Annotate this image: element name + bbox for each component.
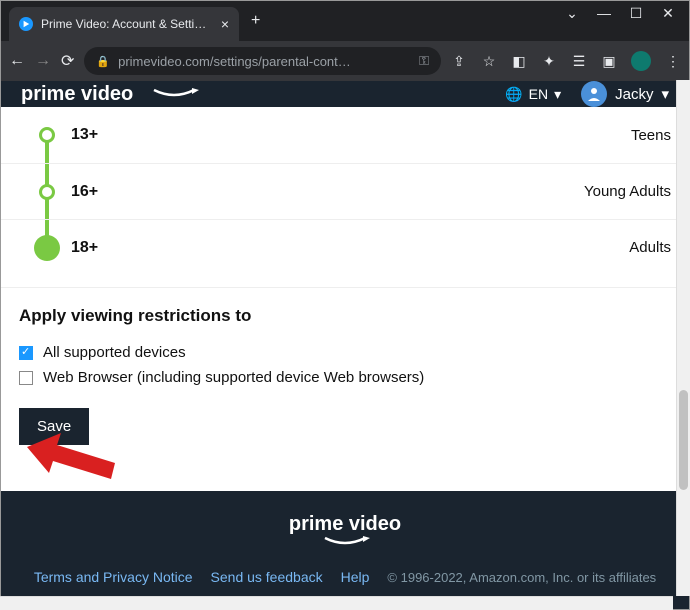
footer-link[interactable]: Send us feedback bbox=[211, 569, 323, 585]
checkbox-row[interactable]: Web Browser (including supported device … bbox=[19, 369, 671, 386]
nav-back-icon[interactable]: ← bbox=[9, 52, 25, 70]
amazon-smile-icon bbox=[310, 536, 380, 548]
star-icon[interactable]: ☆ bbox=[481, 53, 497, 69]
avatar-icon bbox=[581, 81, 607, 107]
checkbox-icon[interactable] bbox=[19, 371, 33, 385]
footer-link[interactable]: Terms and Privacy Notice bbox=[34, 569, 193, 585]
rating-label: 18+ bbox=[71, 239, 98, 257]
rating-label: 16+ bbox=[71, 183, 98, 201]
amazon-smile-icon bbox=[139, 88, 209, 100]
rating-category: Adults bbox=[629, 239, 671, 256]
window-close-icon[interactable]: ✕ bbox=[661, 5, 675, 22]
checkbox-icon[interactable] bbox=[19, 346, 33, 360]
rating-label: 13+ bbox=[71, 126, 98, 144]
reading-list-icon[interactable]: ☰ bbox=[571, 53, 587, 69]
profile-icon[interactable] bbox=[631, 51, 651, 71]
copyright-text: © 1996-2022, Amazon.com, Inc. or its aff… bbox=[387, 570, 656, 585]
close-tab-icon[interactable]: × bbox=[221, 16, 229, 32]
account-menu[interactable]: Jacky ▾ bbox=[581, 81, 669, 107]
language-selector[interactable]: 🌐 EN ▾ bbox=[505, 86, 561, 103]
address-bar: ← → ⟳ 🔒 primevideo.com/settings/parental… bbox=[1, 41, 689, 81]
rating-row[interactable]: 13+ Teens bbox=[1, 107, 689, 163]
extension-icon[interactable]: ◧ bbox=[511, 53, 527, 69]
nav-forward-icon[interactable]: → bbox=[35, 52, 51, 70]
new-tab-button[interactable]: + bbox=[251, 12, 260, 30]
rating-list: 13+ Teens 16+ Young Adults 18+ Adults bbox=[1, 107, 689, 275]
save-button[interactable]: Save bbox=[19, 408, 89, 445]
rating-node-icon[interactable] bbox=[34, 235, 60, 261]
footer-logo[interactable]: prime video bbox=[1, 515, 689, 551]
url-field[interactable]: 🔒 primevideo.com/settings/parental-cont…… bbox=[84, 47, 441, 75]
window-maximize-icon[interactable]: ☐ bbox=[629, 5, 643, 22]
chevron-down-icon: ▾ bbox=[661, 85, 669, 103]
rating-category: Teens bbox=[631, 127, 671, 144]
panel-icon[interactable]: ▣ bbox=[601, 53, 617, 69]
reload-icon[interactable]: ⟳ bbox=[61, 51, 74, 71]
browser-title-bar: Prime Video: Account & Settings × + ⌄ — … bbox=[1, 1, 689, 41]
restrictions-section: Apply viewing restrictions to All suppor… bbox=[1, 287, 689, 463]
window-dropdown-icon[interactable]: ⌄ bbox=[565, 5, 579, 22]
checkbox-row[interactable]: All supported devices bbox=[19, 344, 671, 361]
rating-row[interactable]: 18+ Adults bbox=[1, 219, 689, 275]
rating-node-icon[interactable] bbox=[39, 184, 55, 200]
menu-icon[interactable]: ⋮ bbox=[665, 53, 681, 69]
share-icon[interactable]: ⇪ bbox=[451, 53, 467, 69]
site-header: prime video 🌐 EN ▾ Jacky ▾ bbox=[1, 81, 689, 107]
globe-icon: 🌐 bbox=[505, 86, 522, 103]
browser-tab[interactable]: Prime Video: Account & Settings × bbox=[9, 7, 239, 41]
puzzle-icon[interactable]: ✦ bbox=[541, 53, 557, 69]
lock-icon: 🔒 bbox=[96, 55, 110, 68]
horizontal-scrollbar[interactable] bbox=[0, 596, 673, 610]
key-icon[interactable]: ⚿ bbox=[419, 53, 429, 69]
vertical-scrollbar[interactable] bbox=[676, 80, 690, 596]
chevron-down-icon: ▾ bbox=[554, 86, 561, 103]
prime-video-logo[interactable]: prime video bbox=[21, 86, 209, 102]
checkbox-label: Web Browser (including supported device … bbox=[43, 369, 424, 386]
favicon-icon bbox=[19, 17, 33, 31]
window-minimize-icon[interactable]: — bbox=[597, 5, 611, 22]
rating-node-icon[interactable] bbox=[39, 127, 55, 143]
rating-category: Young Adults bbox=[584, 183, 671, 200]
rating-row[interactable]: 16+ Young Adults bbox=[1, 163, 689, 219]
footer-link[interactable]: Help bbox=[341, 569, 370, 585]
checkbox-label: All supported devices bbox=[43, 344, 186, 361]
site-footer: prime video Terms and Privacy Notice Send… bbox=[1, 491, 689, 609]
tab-title: Prime Video: Account & Settings bbox=[41, 17, 213, 31]
restrictions-heading: Apply viewing restrictions to bbox=[19, 306, 671, 326]
